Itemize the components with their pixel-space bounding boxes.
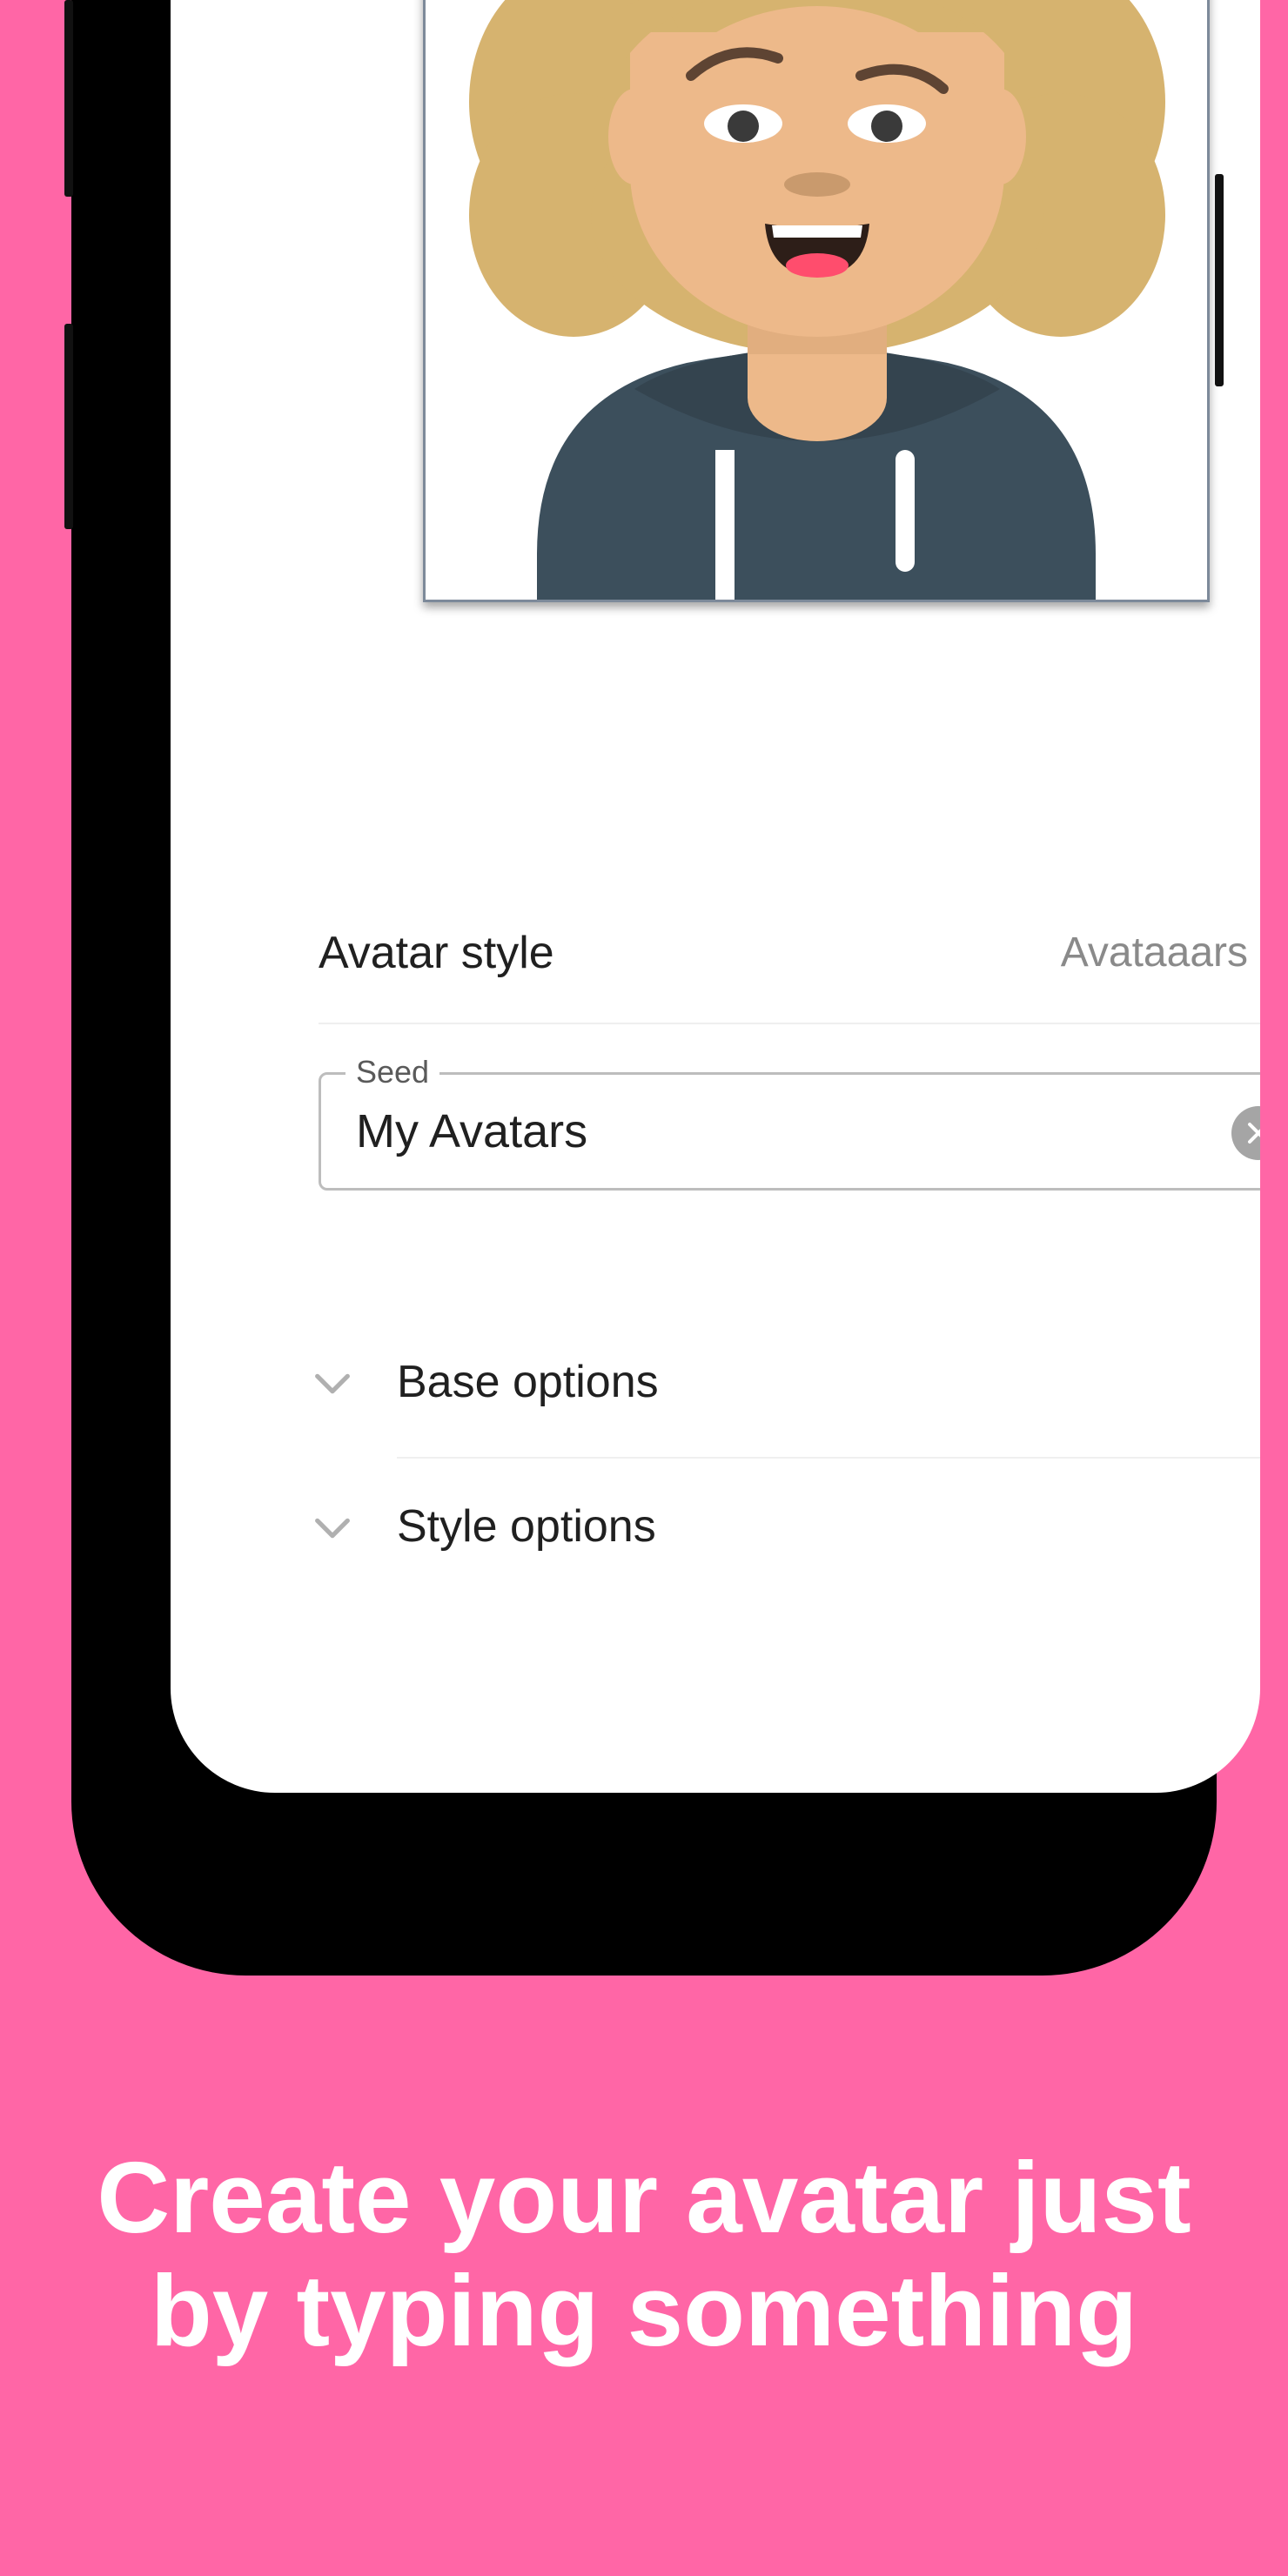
caption-line-1: Create your avatar just xyxy=(97,2141,1191,2254)
caption-line-2: by typing something xyxy=(150,2254,1138,2367)
seed-label: Seed xyxy=(345,1054,440,1090)
seed-field[interactable]: Seed xyxy=(319,1054,1260,1191)
power-button-left xyxy=(64,324,73,529)
power-button-right xyxy=(1215,174,1224,386)
avatar-style-label: Avatar style xyxy=(319,928,554,978)
avatar-style-value: Avataaars xyxy=(1060,929,1248,976)
promo-caption: Create your avatar just by typing someth… xyxy=(0,2141,1288,2367)
avatar-illustration xyxy=(469,0,1165,600)
avatar-preview xyxy=(423,0,1210,602)
base-options-row[interactable]: Base options xyxy=(310,1318,1260,1457)
style-options-row[interactable]: Style options xyxy=(310,1462,1260,1601)
volume-button xyxy=(64,0,73,197)
seed-input[interactable] xyxy=(356,1101,1139,1162)
style-options-label: Style options xyxy=(397,1501,656,1552)
options-divider xyxy=(397,1457,1260,1459)
avatar-style-row[interactable]: Avatar style Avataaars xyxy=(319,901,1260,1024)
phone-frame: Avatar style Avataaars Seed Base options xyxy=(71,0,1260,1976)
chevron-down-icon xyxy=(315,1373,350,1394)
app-screen: Avatar style Avataaars Seed Base options xyxy=(171,0,1260,1793)
clear-icon[interactable] xyxy=(1231,1106,1260,1160)
chevron-down-icon xyxy=(315,1518,350,1539)
base-options-label: Base options xyxy=(397,1357,659,1407)
